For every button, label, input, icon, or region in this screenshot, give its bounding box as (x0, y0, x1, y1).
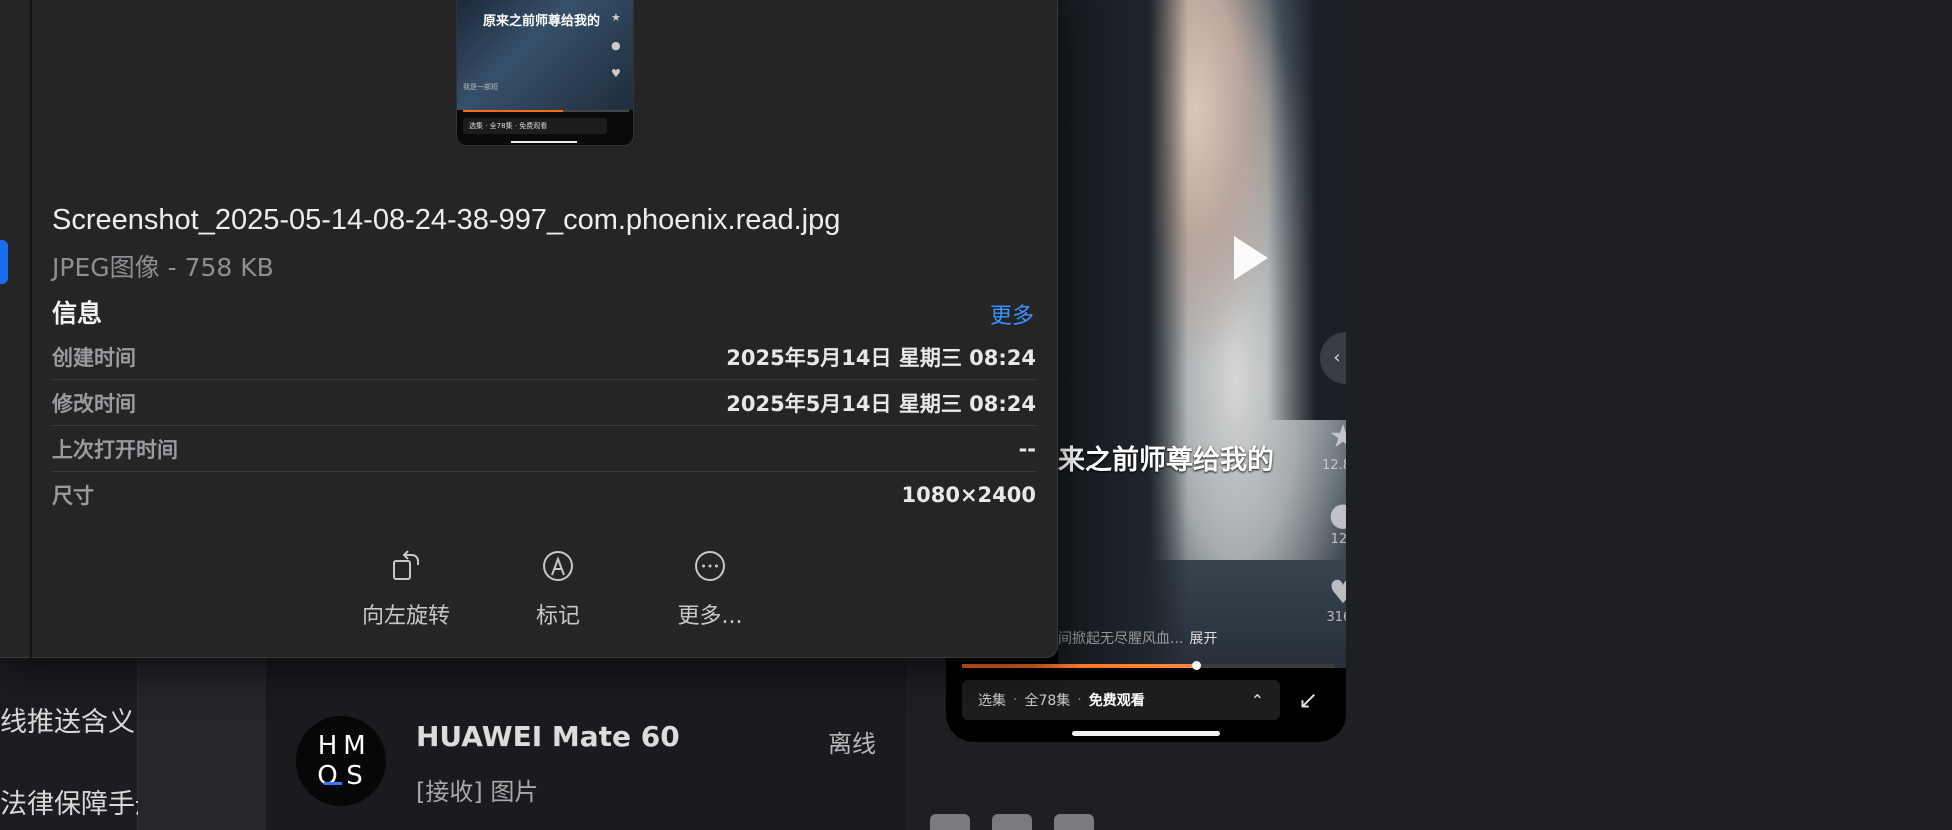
shrink-icon[interactable]: ↙ (1298, 686, 1318, 714)
info-key: 创建时间 (52, 345, 136, 370)
more-info-link[interactable]: 更多 (990, 298, 1034, 330)
more-actions-label: 更多... (677, 604, 743, 629)
file-type-size: JPEG图像 - 758 KB (52, 253, 274, 282)
expand-link[interactable]: 展开 (1189, 631, 1217, 647)
video-subtitle: 来之前师尊给我的 (1058, 445, 1274, 476)
clipboard-icon[interactable] (1054, 814, 1094, 830)
info-value: 1080×2400 (901, 483, 1037, 507)
comment-icon: ● (1329, 495, 1346, 533)
thumbnail-text: 我是一部短 (463, 83, 498, 91)
episode-total: 全78集 (1024, 693, 1071, 709)
free-watch-label: 免费观看 (1088, 693, 1145, 709)
thumbnail-caption: 原来之前师尊给我的 (483, 14, 601, 29)
thumbnail-side-icons: ★ ● ♥ (611, 11, 621, 80)
device-name[interactable]: HUAWEI Mate 60 (416, 720, 680, 753)
thumbnail-episode-bar: 选集 · 全78集 · 免费观看 (463, 118, 607, 134)
comment-button[interactable]: ● 122 (1318, 496, 1346, 547)
chevron-up-icon: ⌃ (1250, 690, 1264, 710)
info-section-title: 信息 (52, 299, 103, 328)
folder-icon[interactable] (992, 814, 1032, 830)
progress-knob[interactable] (1192, 661, 1202, 670)
episode-select-label: 选集 (978, 693, 1006, 709)
play-icon[interactable] (1234, 236, 1268, 280)
video-description: 间掀起无尽腥风血... 展开 (1058, 628, 1346, 648)
star-icon: ★ (1328, 417, 1346, 455)
info-row-modified: 修改时间 2025年5月14日 星期三 08:24 (52, 380, 1036, 426)
device-status: 离线 (828, 730, 876, 758)
thumbnail-home-indicator (511, 141, 577, 143)
progress-fill (962, 664, 1197, 668)
device-last-message: [接收] 图片 (416, 778, 539, 806)
avatar-letter: O (317, 761, 338, 791)
favorite-count: 12.8万 (1322, 458, 1346, 473)
file-info-popup: 原来之前师尊给我的 ★ ● ♥ 我是一部短 选集 · 全78集 · 免费观看 Scr… (0, 0, 1058, 658)
separator: · (1077, 692, 1082, 708)
like-button[interactable]: ♥ 3163 (1318, 574, 1346, 625)
avatar-letter: M (343, 731, 366, 761)
like-count: 3163 (1326, 610, 1346, 625)
avatar-letter: S (346, 761, 363, 791)
info-row-created: 创建时间 2025年5月14日 星期三 08:24 (52, 334, 1036, 380)
rotate-left-icon (330, 546, 482, 586)
video-frame[interactable] (1058, 0, 1346, 668)
info-value: -- (1018, 436, 1036, 461)
file-name: Screenshot_2025-05-14-08-24-38-997_com.p… (52, 204, 841, 236)
comment-count: 122 (1330, 532, 1346, 547)
more-actions-button[interactable]: 更多... (634, 546, 786, 630)
info-key: 尺寸 (52, 484, 94, 508)
heart-icon: ♥ (1328, 573, 1346, 611)
favorite-button[interactable]: ★ 12.8万 (1318, 418, 1346, 473)
sidebar-item[interactable]: 线推送含义 (0, 700, 135, 739)
file-thumbnail[interactable]: 原来之前师尊给我的 ★ ● ♥ 我是一部短 选集 · 全78集 · 免费观看 (456, 0, 634, 146)
info-key: 修改时间 (52, 391, 136, 416)
more-icon (634, 546, 786, 586)
markup-icon (482, 546, 634, 586)
bottom-toolbar (930, 814, 1094, 830)
markup-button[interactable]: 标记 (482, 546, 634, 630)
home-indicator (1072, 731, 1220, 736)
device-avatar[interactable]: H M O S (296, 716, 386, 806)
thumbnail-progress (463, 110, 629, 112)
info-value: 2025年5月14日 星期三 08:24 (726, 391, 1036, 416)
popup-divider (30, 0, 32, 658)
info-row-last-opened: 上次打开时间 -- (52, 426, 1036, 472)
description-text: 间掀起无尽腥风血... (1058, 631, 1184, 647)
separator: · (1013, 692, 1018, 708)
avatar-letter: H (317, 731, 338, 761)
quick-actions: 向左旋转 标记 更多... (330, 546, 786, 630)
video-shadow-left (1058, 0, 1188, 668)
markup-label: 标记 (535, 604, 580, 629)
episode-selector[interactable]: 选集 · 全78集 · 免费观看 ⌃ (962, 680, 1280, 720)
info-key: 上次打开时间 (52, 437, 178, 462)
selection-indicator (0, 240, 8, 284)
info-value: 2025年5月14日 星期三 08:24 (726, 345, 1036, 370)
info-row-dimensions: 尺寸 1080×2400 (52, 472, 1036, 518)
avatar-underline (324, 782, 342, 785)
video-progress-bar[interactable] (962, 661, 1334, 670)
file-icon[interactable] (930, 814, 970, 830)
info-table: 创建时间 2025年5月14日 星期三 08:24 修改时间 2025年5月14… (52, 334, 1036, 518)
rotate-left-button[interactable]: 向左旋转 (330, 546, 482, 630)
rotate-left-label: 向左旋转 (361, 604, 450, 629)
